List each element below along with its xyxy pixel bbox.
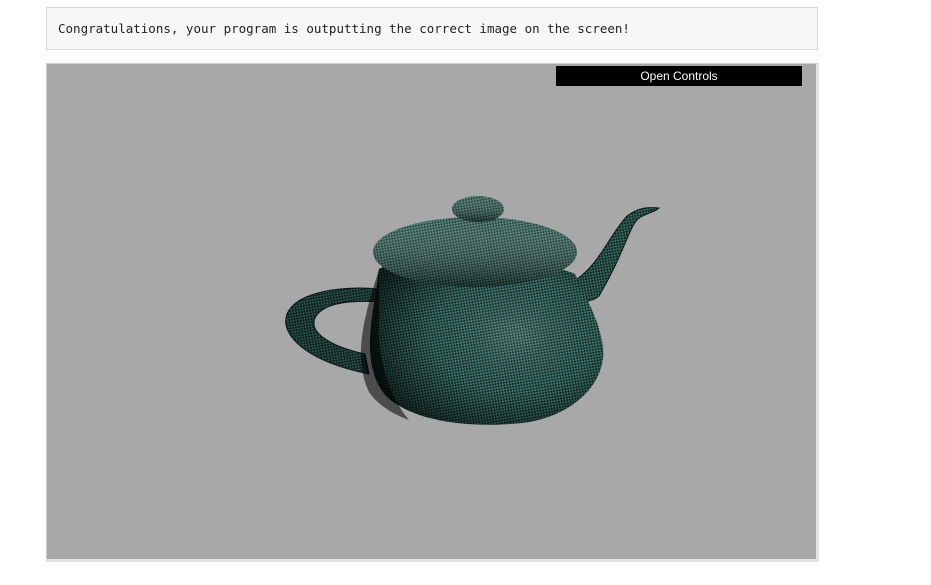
- teapot-spout: [576, 207, 661, 302]
- teapot-lid-knob: [452, 196, 504, 222]
- render-canvas[interactable]: Open Controls: [46, 63, 819, 562]
- teapot-render: [285, 196, 661, 425]
- success-message-box: Congratulations, your program is outputt…: [46, 7, 818, 50]
- teapot-rim: [373, 217, 577, 287]
- open-controls-button[interactable]: Open Controls: [556, 66, 802, 86]
- success-message-text: Congratulations, your program is outputt…: [58, 21, 630, 36]
